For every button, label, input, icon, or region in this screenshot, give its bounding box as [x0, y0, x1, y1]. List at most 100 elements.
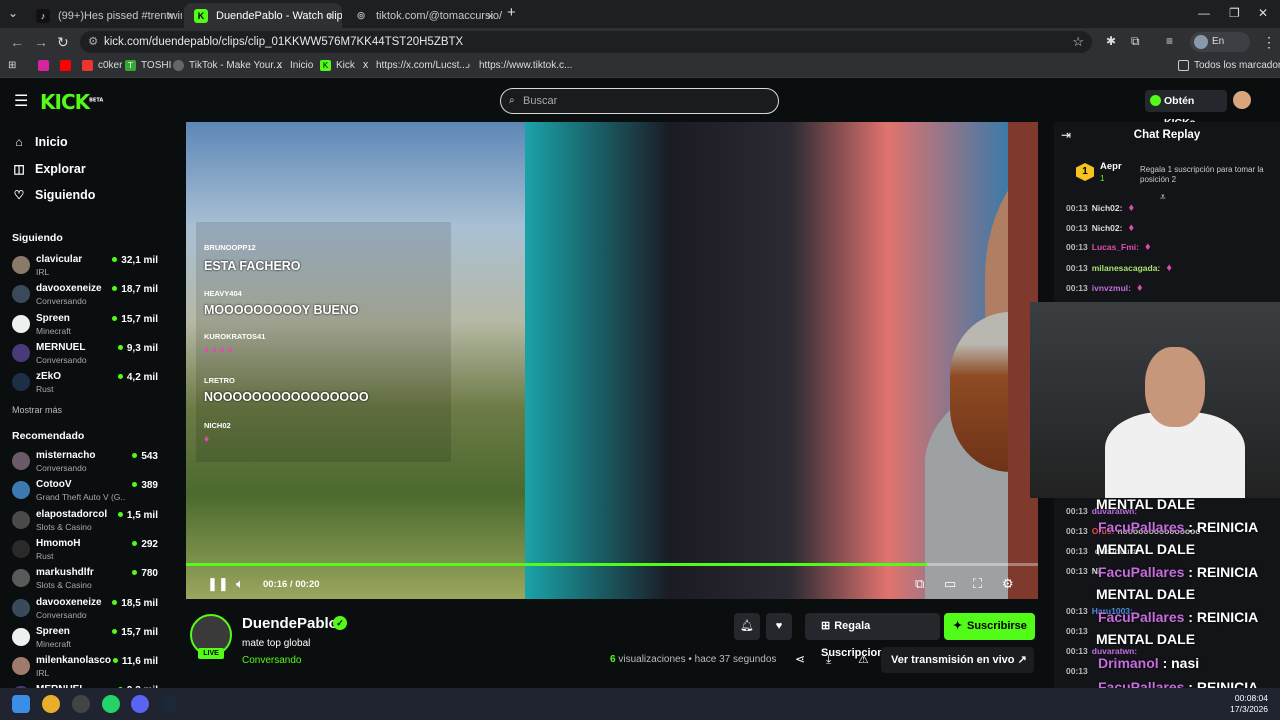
forward-icon[interactable]: → [34, 34, 48, 50]
maximize-icon[interactable]: ❐ [1229, 6, 1240, 20]
new-tab-icon[interactable]: + [507, 4, 516, 21]
chat-message: 00:13 Nich02: ♦ [1066, 222, 1134, 234]
url-field[interactable]: ⚙ kick.com/duendepablo/clips/clip_01KKWW… [80, 31, 1092, 53]
reload-icon[interactable]: ↻ [57, 34, 69, 51]
chrome-icon[interactable] [42, 695, 60, 713]
whatsapp-icon[interactable] [102, 695, 120, 713]
watch-live-button[interactable]: Ver transmisión en vivo ↗ [881, 647, 1034, 673]
bookmark-star-icon[interactable]: ☆ [1072, 31, 1084, 53]
channel-item[interactable]: Spreen Minecraft 15,7 mil [12, 624, 162, 650]
channel-avatar [12, 373, 30, 392]
search-input[interactable]: ⌕ Buscar [500, 88, 779, 114]
tab-tiktok[interactable]: ♪ (99+)Hes pissed #trentwins #g × [26, 3, 182, 28]
overlay-chat-emotes: ♦ ♦ ♦ ♦ [204, 345, 233, 356]
channel-item[interactable]: zEkO Rust 4,2 mil [12, 369, 162, 395]
viewer-count: 11,6 mil [113, 656, 158, 667]
channel-item[interactable]: davooxeneize Conversando 18,5 mil [12, 595, 162, 621]
bookmark-toshi[interactable]: T TOSHI [125, 60, 171, 71]
gift-leaderboard[interactable]: 1 Aepr 1 Regala 1 suscripción para tomar… [1076, 160, 1276, 190]
back-icon[interactable]: ← [10, 34, 24, 50]
bookmark-kick[interactable]: K Kick [320, 60, 355, 71]
hamburger-menu-icon[interactable]: ☰ [14, 91, 28, 111]
bookmark-x-lucst[interactable]: Xhttps://x.com/Lucst... [360, 60, 468, 71]
all-bookmarks[interactable]: Todos los marcadores [1178, 60, 1280, 71]
channel-name: CotooV [36, 479, 72, 491]
fullscreen-icon[interactable]: ⛶ [973, 576, 982, 592]
menu-dots-icon[interactable]: ⋮ [1262, 34, 1276, 51]
tab-kick[interactable]: K DuendePablo - Watch clips × [184, 3, 342, 28]
system-clock[interactable]: 00:08:04 17/3/2026 [1228, 693, 1268, 715]
window-close-icon[interactable]: ✕ [1258, 6, 1268, 20]
watch-live-label: Ver transmisión en vivo [891, 654, 1015, 666]
nav-siguiendo[interactable]: ♡ Siguiendo [12, 188, 96, 202]
subscribe-button[interactable]: ✦ Suscribirse [944, 613, 1035, 640]
overlay-chat-name: HEAVY404 [204, 289, 242, 298]
user-avatar[interactable] [1233, 91, 1251, 109]
views-text: visualizaciones • hace 37 segundos [618, 654, 777, 665]
channel-item[interactable]: Spreen Minecraft 15,7 mil [12, 311, 162, 337]
profile-paused-button[interactable]: En pausa [1190, 32, 1250, 67]
channel-name[interactable]: DuendePablo [242, 615, 338, 632]
bookmark-c0ker[interactable]: c0ker [82, 60, 122, 71]
report-icon[interactable]: ⚠ [858, 652, 869, 666]
app-icon[interactable] [72, 695, 90, 713]
overlay-chat-text: ESTA FACHERO [204, 259, 301, 273]
channel-item[interactable]: elapostadorcol Slots & Casino 1,5 mil [12, 507, 162, 533]
channel-item[interactable]: misternacho Conversando 543 [12, 448, 162, 474]
channel-item[interactable]: MERNUEL Conversando 9,3 mil [12, 340, 162, 366]
bookmark-tiktok-2[interactable]: ♪ https://www.tiktok.c... [463, 60, 573, 71]
close-icon[interactable]: × [487, 9, 494, 23]
steam-icon[interactable] [160, 695, 178, 713]
chat-timestamp: 00:13 [1066, 263, 1088, 273]
get-kicks-button[interactable]: Obtén KICKs [1145, 90, 1227, 129]
site-info-icon[interactable]: ⚙ [88, 31, 98, 53]
tab-tiktok-2[interactable]: ◎ tiktok.com/@tomaccursio/vide × [344, 3, 502, 28]
gift-subs-button[interactable]: ⊞ Regala Suscripciones [805, 613, 940, 659]
tab-search-icon[interactable]: ⌄ [8, 6, 18, 20]
nav-explorar[interactable]: ◫ Explorar [12, 162, 85, 176]
bookmark-tiktok[interactable]: TikTok - Make Your... [173, 60, 281, 71]
video-player[interactable]: BRUNOOPP12 ESTA FACHERO HEAVY404 MOOOOOO… [186, 122, 1038, 599]
bookmark-x-inicio[interactable]: X Inicio [274, 60, 314, 71]
share-icon[interactable]: ⋖ [795, 652, 805, 666]
chat-message: 00:13 Lucas_Fmi: ♦ [1066, 241, 1151, 253]
show-more-link[interactable]: Mostrar más [12, 405, 62, 415]
expand-icon[interactable]: ⩡ [1160, 192, 1166, 203]
viewer-count: 18,5 mil [112, 598, 158, 609]
puzzle-icon[interactable]: ⧉ [1131, 34, 1140, 49]
pause-icon[interactable]: ❚❚ [207, 576, 229, 592]
channel-avatar [12, 256, 30, 274]
channel-item[interactable]: HmomoH Rust 292 [12, 536, 162, 562]
chat-timestamp: 00:13 [1066, 506, 1088, 516]
gift-icon: ⊞ [821, 620, 831, 632]
channel-item[interactable]: CotooV Grand Theft Auto V (G... 389 [12, 477, 162, 503]
windows-start-icon[interactable] [12, 695, 30, 713]
video-progress-bar[interactable] [186, 563, 1038, 566]
instagram-icon[interactable] [38, 60, 54, 71]
download-icon[interactable]: ⤓ [826, 652, 831, 667]
close-icon[interactable]: × [167, 9, 174, 23]
viewer-count: 543 [132, 451, 158, 462]
notification-bell-button[interactable]: 🔔︎ [734, 613, 760, 640]
follow-heart-button[interactable]: ♥ [766, 613, 792, 640]
pip-icon[interactable]: ⧉ [915, 576, 924, 592]
channel-item[interactable]: davooxeneize Conversando 18,7 mil [12, 281, 162, 307]
reading-list-icon[interactable]: ≡ [1166, 34, 1173, 48]
channel-item[interactable]: milenkanolasco IRL 11,6 mil [12, 653, 162, 679]
minimize-icon[interactable]: — [1198, 6, 1210, 20]
extension-icon[interactable]: ✱ [1106, 34, 1116, 48]
heart-icon: ♡ [13, 188, 25, 202]
volume-icon[interactable]: 🔈︎ [236, 576, 244, 592]
channel-item[interactable]: markushdlfr Slots & Casino 780 [12, 565, 162, 591]
settings-icon[interactable]: ⚙ [1002, 576, 1014, 592]
channel-item[interactable]: clavicular IRL 32,1 mil [12, 252, 162, 278]
theater-mode-icon[interactable]: ▭ [944, 576, 956, 592]
kick-logo[interactable]: KICKBETA [40, 90, 103, 114]
nav-inicio[interactable]: ⌂ Inicio [12, 135, 68, 149]
apps-grid-icon[interactable]: ⊞ [8, 60, 16, 71]
nav-label: Inicio [35, 135, 68, 149]
discord-icon[interactable] [131, 695, 149, 713]
youtube-icon[interactable] [60, 60, 76, 71]
stream-category[interactable]: Conversando [242, 655, 301, 666]
close-icon[interactable]: × [327, 9, 334, 23]
